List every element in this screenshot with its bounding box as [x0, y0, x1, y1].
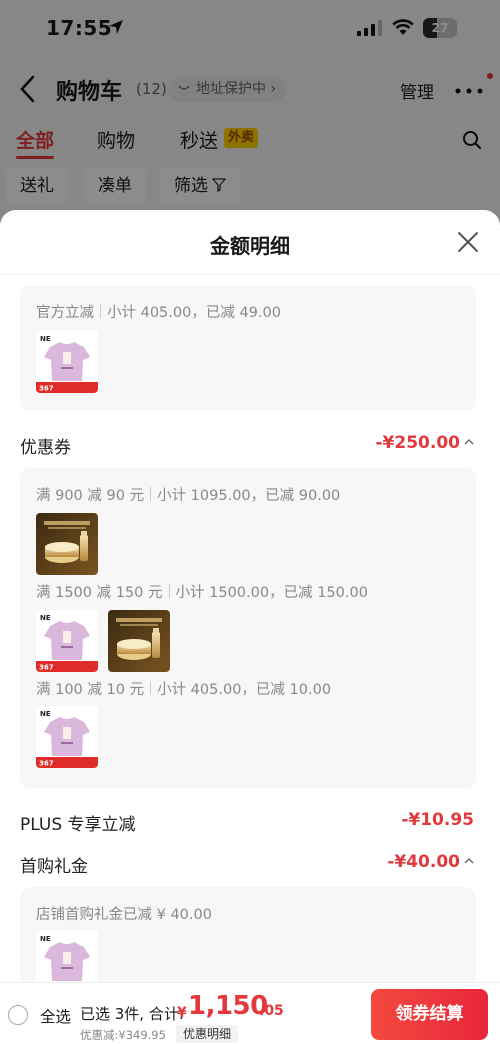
discount-detail-button[interactable]: 优惠明细 [176, 1025, 239, 1043]
chevron-up-icon [464, 858, 474, 864]
svg-text:NE: NE [40, 710, 51, 718]
total-currency: ¥ [177, 1005, 187, 1021]
coupon-amount[interactable]: -¥250.00 [376, 433, 475, 453]
plus-discount-label: PLUS 专享立减 [20, 815, 136, 835]
svg-text:367: 367 [39, 385, 54, 393]
product-thumbnail-cream[interactable] [36, 513, 98, 575]
coupon-group-1: 满 900 减 90 元小计 1095.00，已减 90.00 [36, 484, 340, 505]
product-thumbnail-tshirt[interactable]: NE 367 [36, 331, 98, 393]
coupon-group-detail: 小计 405.00，已减 10.00 [157, 682, 332, 698]
coupon-group-detail: 小计 1095.00，已减 90.00 [157, 488, 341, 504]
select-all-label[interactable]: 全选 [40, 1005, 71, 1027]
coupon-group-3: 满 100 减 10 元小计 405.00，已减 10.00 [36, 678, 331, 699]
coupon-group-name: 满 100 减 10 元 [36, 682, 145, 698]
product-thumbnail-tshirt[interactable]: NE 367 [36, 610, 98, 672]
svg-text:NE: NE [40, 935, 51, 943]
coupon-group-2: 满 1500 减 150 元小计 1500.00，已减 150.00 [36, 581, 368, 602]
coupon-group-name: 满 1500 减 150 元 [36, 585, 163, 601]
first-gift-detail: 店铺首购礼金已减 ¥ 40.00 [36, 907, 212, 923]
total-amount-decimal: .05 [259, 1003, 284, 1019]
first-gift-amount-value: -¥40.00 [387, 852, 460, 872]
chevron-up-icon [464, 439, 474, 445]
svg-text:NE: NE [40, 335, 51, 343]
coupon-group-name: 满 900 减 90 元 [36, 488, 145, 504]
svg-text:367: 367 [39, 760, 54, 768]
select-all-radio[interactable] [8, 1005, 28, 1025]
product-thumbnail-cream[interactable] [108, 610, 170, 672]
product-thumbnail-tshirt[interactable]: NE 367 [36, 706, 98, 768]
official-discount-card: 官方立减 小计 405.00，已减 49.00 NE 367 [20, 285, 476, 411]
coupon-groups-card: 满 900 减 90 元小计 1095.00，已减 90.00 满 1500 减… [20, 468, 476, 788]
coupon-group-detail: 小计 1500.00，已减 150.00 [175, 585, 368, 601]
total-amount-integer: 1,150 [188, 991, 268, 1021]
close-icon[interactable] [456, 230, 480, 254]
coupon-label: 优惠券 [20, 438, 71, 458]
svg-text:NE: NE [40, 614, 51, 622]
selected-summary: 已选 3件, 合计: [80, 1005, 184, 1023]
amount-detail-sheet: 金额明细 官方立减 小计 405.00，已减 49.00 NE 367 优惠券 -… [0, 210, 500, 1045]
sheet-title: 金额明细 [210, 234, 290, 258]
discount-total: 优惠减:¥349.95 [80, 1028, 166, 1042]
divider [0, 274, 500, 275]
checkout-bar: 全选 已选 3件, 合计: ¥ 1,150 .05 优惠减:¥349.95 优惠… [0, 982, 500, 1045]
first-gift-label: 首购礼金 [20, 857, 88, 877]
plus-discount-amount: -¥10.95 [401, 810, 474, 830]
svg-text:367: 367 [39, 664, 54, 672]
official-discount-name: 官方立减 [36, 305, 94, 321]
official-discount-line: 官方立减 小计 405.00，已减 49.00 [36, 301, 281, 322]
checkout-button[interactable]: 领券结算 [371, 989, 488, 1040]
coupon-amount-value: -¥250.00 [375, 433, 461, 453]
official-discount-detail: 小计 405.00，已减 49.00 [107, 305, 281, 321]
first-gift-amount[interactable]: -¥40.00 [387, 852, 474, 872]
